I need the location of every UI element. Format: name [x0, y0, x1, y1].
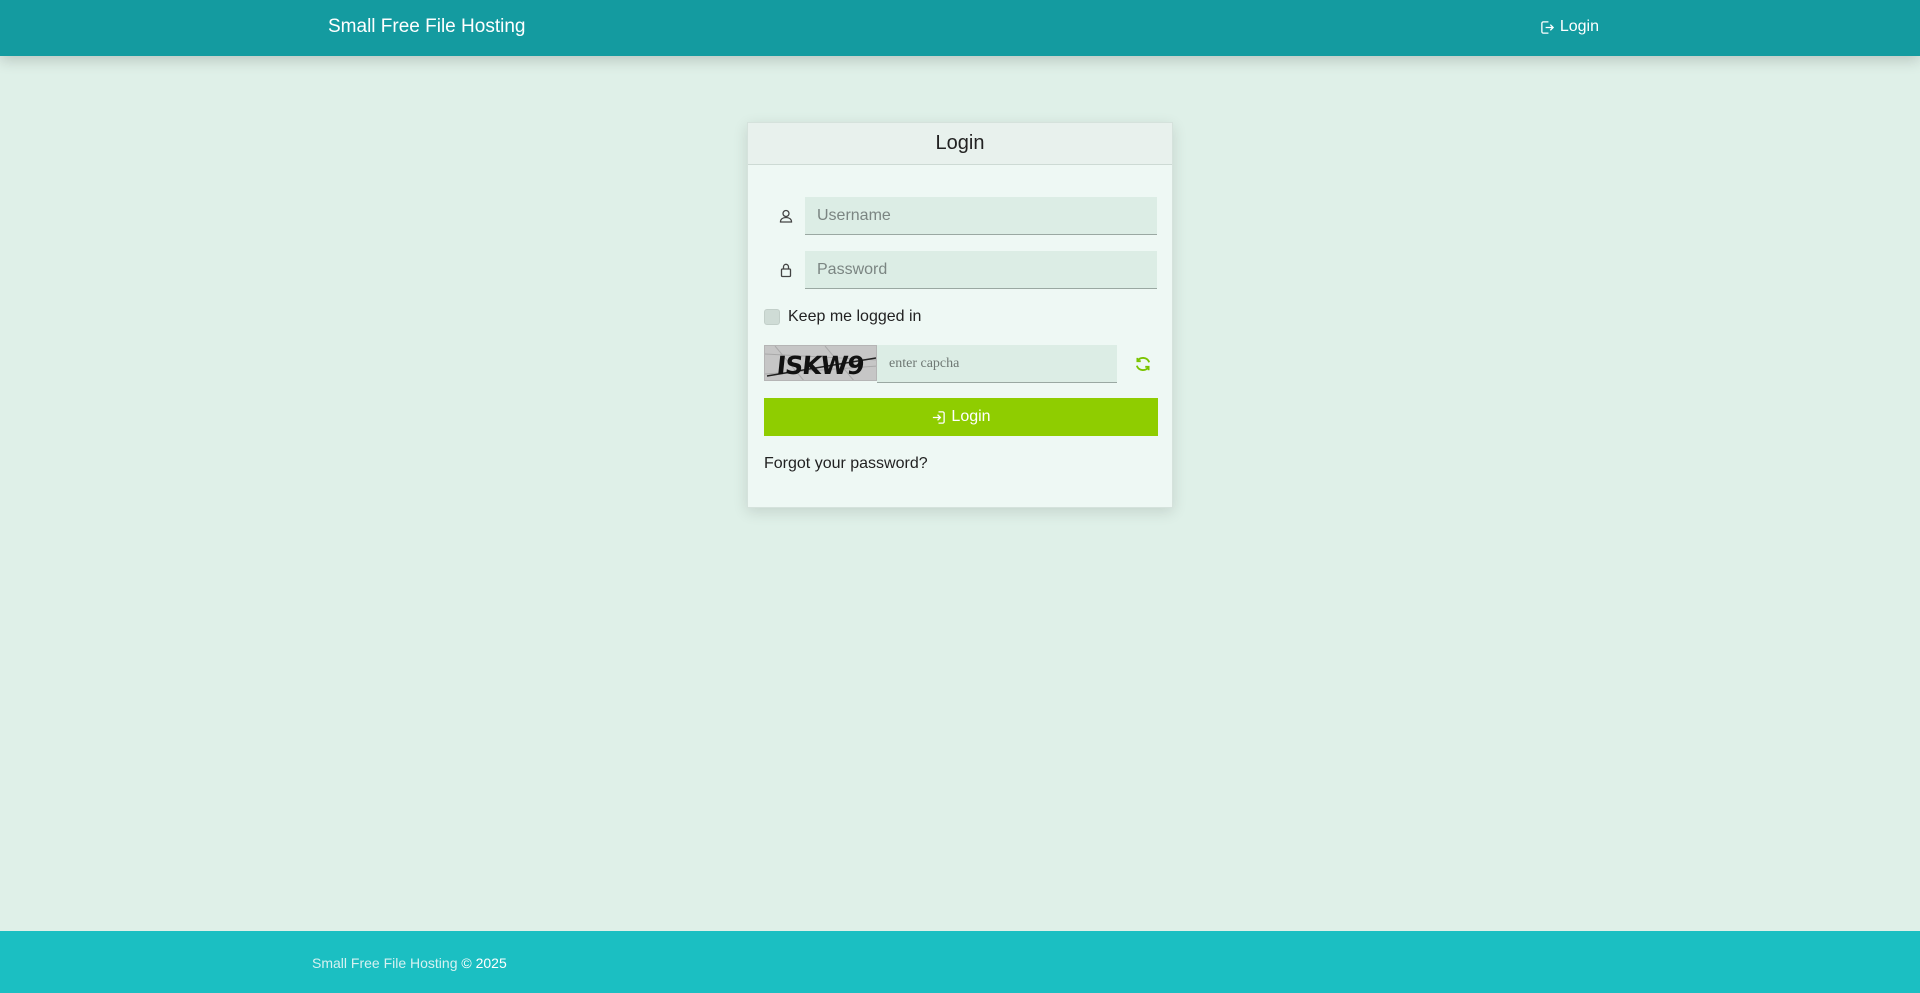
- footer-text: Small Free File Hosting © 2025: [312, 955, 507, 971]
- footer-copyright: © 2025: [457, 955, 507, 971]
- login-card: Login Keep me logged in ISKW9: [747, 122, 1173, 508]
- footer-site-link[interactable]: Small Free File Hosting: [312, 955, 458, 971]
- captcha-image: ISKW9: [764, 345, 877, 381]
- login-button-label: Login: [951, 408, 991, 425]
- lock-icon: [780, 263, 792, 278]
- username-input[interactable]: [805, 197, 1157, 235]
- footer: Small Free File Hosting © 2025: [0, 931, 1920, 993]
- remember-me[interactable]: Keep me logged in: [764, 307, 921, 327]
- login-button[interactable]: Login: [764, 398, 1158, 436]
- nav-login-label: Login: [1559, 18, 1599, 35]
- navbar: Small Free File Hosting Login: [0, 0, 1920, 56]
- remember-label: Keep me logged in: [788, 308, 922, 325]
- remember-checkbox[interactable]: [764, 309, 780, 325]
- brand-link[interactable]: Small Free File Hosting: [328, 16, 525, 38]
- password-input[interactable]: [805, 251, 1157, 289]
- captcha-text: ISKW9: [775, 351, 865, 380]
- nav-login-link[interactable]: Login: [1540, 17, 1599, 37]
- sign-in-icon: [933, 410, 946, 424]
- user-icon: [779, 209, 793, 223]
- forgot-password-link[interactable]: Forgot your password?: [764, 455, 928, 473]
- refresh-icon[interactable]: [1134, 355, 1152, 373]
- captcha-row: ISKW9: [764, 345, 1158, 383]
- username-row: [764, 197, 1158, 235]
- password-row: [764, 251, 1158, 289]
- sign-in-icon: [1541, 20, 1554, 34]
- card-title: Login: [748, 123, 1172, 165]
- captcha-input[interactable]: [877, 345, 1117, 383]
